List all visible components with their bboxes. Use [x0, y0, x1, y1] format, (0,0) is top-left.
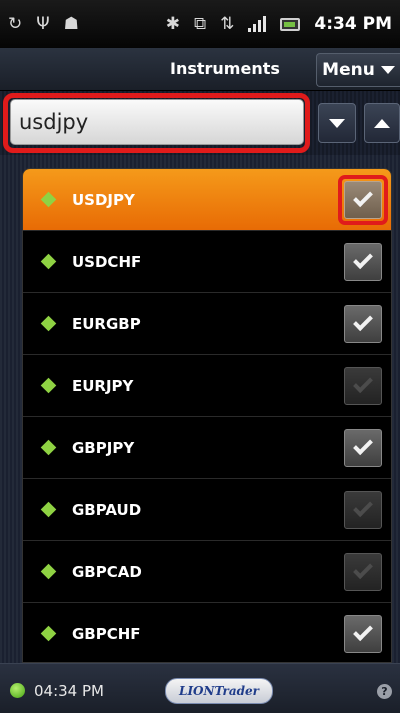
checkmark-icon: [353, 496, 373, 517]
instrument-checkbox[interactable]: [344, 242, 382, 281]
help-icon[interactable]: ?: [377, 684, 392, 699]
checkmark-icon: [353, 310, 373, 331]
bottom-time: 04:34 PM: [34, 682, 104, 700]
status-bar: ↻ Ψ ☗ ✱ ⧉ ⇅ 4:34 PM: [0, 0, 400, 48]
instrument-row-eurjpy[interactable]: EURJPY: [23, 355, 391, 417]
instrument-list[interactable]: USDJPY USDCHF EURGBP EURJPY GBPJPY GBPAUD GBPC…: [22, 168, 392, 663]
status-time: 4:34 PM: [314, 14, 392, 34]
checkmark-icon: [353, 434, 373, 455]
bluetooth-icon: ✱: [165, 13, 181, 34]
search-input[interactable]: usdjpy: [10, 99, 304, 145]
instrument-checkbox[interactable]: [344, 366, 382, 405]
logo-text: LIONTrader: [179, 684, 259, 698]
diamond-icon: [40, 625, 57, 642]
diamond-icon: [40, 501, 57, 518]
instrument-row-gbpjpy[interactable]: GBPJPY: [23, 417, 391, 479]
instrument-symbol: USDCHF: [72, 252, 142, 271]
instrument-checkbox[interactable]: [344, 180, 382, 219]
instrument-row-gbpcad[interactable]: GBPCAD: [23, 541, 391, 603]
arrow-down-icon: [329, 118, 345, 128]
checkmark-icon: [353, 558, 373, 579]
arrow-up-icon: [374, 118, 390, 128]
instrument-symbol: GBPCHF: [72, 624, 141, 643]
checkmark-icon: [353, 372, 373, 393]
instrument-checkbox[interactable]: [344, 428, 382, 467]
scroll-up-button[interactable]: [364, 103, 400, 143]
instrument-checkbox[interactable]: [344, 614, 382, 653]
battery-icon: [280, 17, 301, 31]
vibrate-icon: ⧉: [194, 13, 207, 34]
instrument-checkbox[interactable]: [344, 304, 382, 343]
sync-icon: ↻: [8, 13, 23, 34]
usb-icon: Ψ: [36, 13, 50, 34]
instrument-symbol: EURGBP: [72, 314, 141, 333]
title-bar: Instruments Menu: [0, 48, 400, 91]
instrument-row-usdjpy[interactable]: USDJPY: [23, 169, 391, 231]
page-title: Instruments: [170, 59, 280, 78]
instrument-checkbox[interactable]: [344, 490, 382, 529]
diamond-icon: [40, 439, 57, 456]
instrument-symbol: GBPAUD: [72, 500, 142, 519]
search-row: usdjpy: [0, 91, 400, 155]
diamond-icon: [40, 315, 57, 332]
scroll-down-button[interactable]: [318, 103, 356, 143]
instrument-row-gbpaud[interactable]: GBPAUD: [23, 479, 391, 541]
diamond-icon: [40, 191, 57, 208]
chevron-down-icon: [380, 66, 395, 74]
android-debug-icon: ☗: [63, 13, 79, 34]
bottom-bar: 04:34 PM LIONTrader ?: [0, 663, 400, 713]
data-transfer-icon: ⇅: [220, 13, 235, 34]
menu-button-label: Menu: [322, 60, 375, 80]
checkmark-icon: [353, 248, 373, 269]
instrument-symbol: GBPCAD: [72, 562, 142, 581]
diamond-icon: [40, 253, 57, 270]
connection-status-icon: [10, 683, 25, 698]
instrument-symbol: USDJPY: [72, 190, 135, 209]
instrument-row-eurgbp[interactable]: EURGBP: [23, 293, 391, 355]
instrument-checkbox[interactable]: [344, 552, 382, 591]
diamond-icon: [40, 377, 57, 394]
diamond-icon: [40, 563, 57, 580]
list-area: USDJPY USDCHF EURGBP EURJPY GBPJPY GBPAUD GBPC…: [0, 155, 400, 663]
liontrader-logo: LIONTrader: [165, 678, 273, 704]
instrument-row-gbpchf[interactable]: GBPCHF: [23, 603, 391, 662]
checkmark-icon: [353, 186, 373, 207]
signal-icon: [248, 16, 267, 32]
instrument-symbol: EURJPY: [72, 376, 134, 395]
checkmark-icon: [353, 620, 373, 641]
menu-button[interactable]: Menu: [316, 53, 400, 87]
instrument-symbol: GBPJPY: [72, 438, 135, 457]
instrument-row-usdchf[interactable]: USDCHF: [23, 231, 391, 293]
